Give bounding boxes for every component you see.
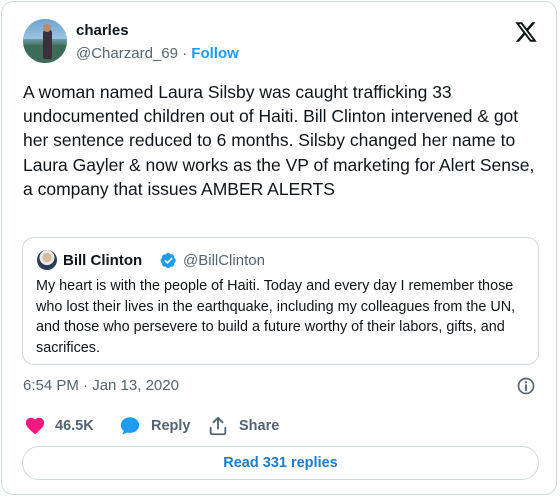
- read-replies-button[interactable]: Read 331 replies: [22, 446, 539, 480]
- quoted-author-name: Bill Clinton: [63, 252, 143, 269]
- share-button[interactable]: Share: [207, 415, 279, 437]
- author-avatar[interactable]: [23, 19, 67, 63]
- share-label: Share: [239, 418, 280, 434]
- like-count: 46.5K: [55, 418, 94, 434]
- quoted-tweet[interactable]: Bill Clinton @BillClinton My heart is wi…: [22, 237, 539, 365]
- reply-label: Reply: [151, 418, 191, 434]
- author-name[interactable]: charles: [76, 22, 129, 39]
- like-button[interactable]: 46.5K: [24, 415, 94, 437]
- author-handle[interactable]: @Charzard_69: [76, 45, 178, 62]
- heart-icon: [25, 417, 45, 435]
- tweet-embed-card: charles @Charzard_69 · Follow A woman na…: [1, 1, 557, 495]
- x-logo-icon[interactable]: [514, 20, 538, 44]
- quoted-author-avatar: [37, 250, 57, 270]
- tweet-text: A woman named Laura Silsby was caught tr…: [23, 82, 535, 199]
- share-upload-icon: [209, 416, 227, 436]
- quoted-author-handle: @BillClinton: [183, 252, 265, 269]
- author-handle-row: @Charzard_69 · Follow: [76, 45, 239, 62]
- info-icon[interactable]: [516, 376, 536, 396]
- reply-bubble-icon: [120, 417, 140, 435]
- follow-button[interactable]: Follow: [191, 45, 239, 62]
- separator-dot: ·: [182, 45, 188, 62]
- tweet-timestamp[interactable]: 6:54 PM · Jan 13, 2020: [23, 377, 179, 394]
- verified-badge-icon: [160, 252, 176, 269]
- quoted-tweet-text: My heart is with the people of Haiti. To…: [36, 278, 516, 356]
- reply-button[interactable]: Reply: [119, 415, 191, 437]
